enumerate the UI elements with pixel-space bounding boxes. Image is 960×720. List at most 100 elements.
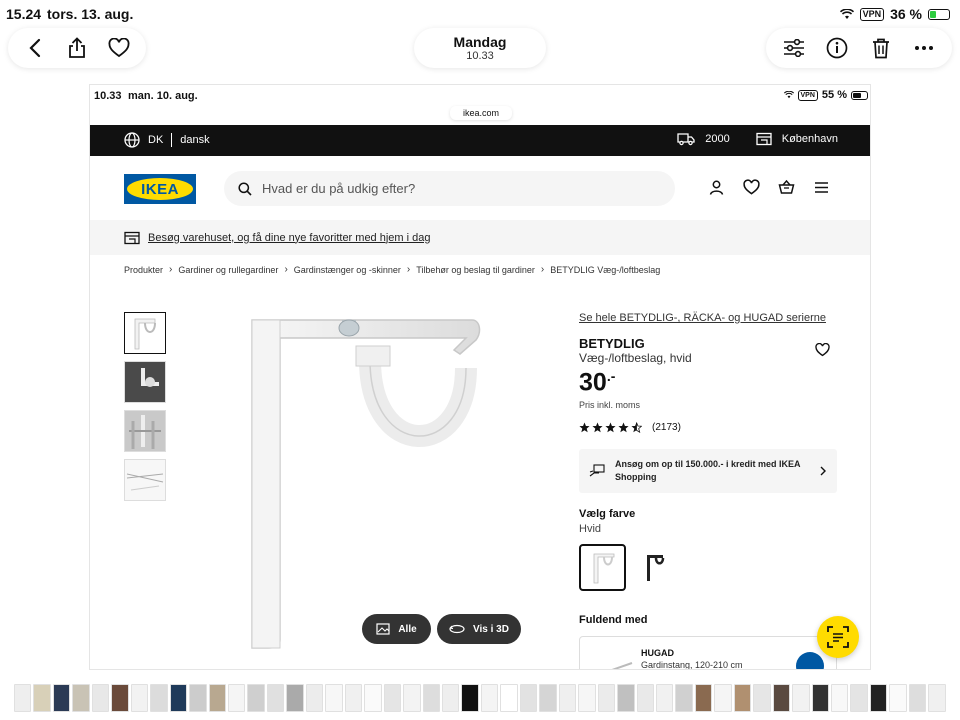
- filmstrip-thumbnail[interactable]: [403, 684, 421, 712]
- adjust-button[interactable]: [780, 34, 808, 62]
- delete-button[interactable]: [867, 34, 895, 62]
- globe-icon: [124, 132, 140, 148]
- filmstrip-thumbnail[interactable]: [266, 684, 285, 712]
- filmstrip-thumbnail[interactable]: [91, 684, 110, 712]
- filmstrip-thumbnail[interactable]: [733, 684, 752, 712]
- filmstrip-thumbnail[interactable]: [928, 684, 946, 712]
- filmstrip-thumbnail[interactable]: [636, 684, 654, 712]
- filmstrip-thumbnail[interactable]: [578, 684, 596, 712]
- vpn-badge: VPN: [859, 7, 885, 21]
- filmstrip-thumbnail[interactable]: [422, 684, 440, 712]
- heart-icon: [108, 38, 130, 58]
- status-date: tors. 13. aug.: [47, 6, 134, 22]
- rating-count: (2173): [652, 422, 681, 433]
- search-icon: [238, 181, 252, 196]
- info-button[interactable]: [823, 34, 851, 62]
- product-name: BETYDLIG: [579, 336, 645, 351]
- chevron-right-icon: [820, 466, 826, 476]
- user-icon: [709, 180, 724, 195]
- filmstrip-thumbnail[interactable]: [130, 684, 149, 712]
- filmstrip-thumbnail[interactable]: [539, 684, 557, 712]
- gallery-icon: [376, 623, 390, 635]
- share-icon: [69, 37, 85, 58]
- color-option-white[interactable]: [579, 544, 626, 591]
- filmstrip-thumbnail[interactable]: [33, 684, 51, 712]
- color-option-black[interactable]: [630, 544, 677, 591]
- recommended-product-card[interactable]: HUGAD Gardinstang, 120-210 cm: [579, 636, 837, 670]
- filmstrip-thumbnail[interactable]: [208, 684, 226, 712]
- screenshot-image: 10.33 man. 10. aug. VPN 55 % ikea.com DK…: [89, 84, 871, 670]
- store-label: København: [781, 133, 838, 145]
- add-to-cart-button[interactable]: [796, 652, 824, 669]
- filmstrip-thumbnail[interactable]: [169, 684, 188, 712]
- filmstrip-thumbnail[interactable]: [675, 684, 693, 712]
- favorite-button[interactable]: [105, 34, 133, 62]
- status-right: VPN 36 %: [839, 6, 950, 22]
- filmstrip-thumbnail[interactable]: [441, 684, 460, 712]
- filmstrip-thumbnail[interactable]: [344, 684, 363, 712]
- battery-percent: 36 %: [890, 6, 922, 22]
- filmstrip-thumbnail[interactable]: [869, 684, 888, 712]
- filmstrip-thumbnail[interactable]: [189, 684, 207, 712]
- filmstrip-thumbnail[interactable]: [617, 684, 635, 712]
- filmstrip-thumbnail[interactable]: [14, 684, 32, 712]
- filmstrip-thumbnail[interactable]: [889, 684, 907, 712]
- breadcrumb-item: Gardiner og rullegardiner: [178, 264, 279, 275]
- filmstrip-thumbnail[interactable]: [72, 684, 90, 712]
- filmstrip-thumbnail[interactable]: [753, 684, 771, 712]
- viewer-left-controls: [8, 28, 146, 68]
- view-all-images-button[interactable]: Alle: [362, 614, 431, 644]
- filmstrip-thumbnail[interactable]: [364, 684, 382, 712]
- ikea-topbar: DK dansk 2000 København: [90, 125, 870, 156]
- filmstrip-thumbnail[interactable]: [655, 684, 674, 712]
- filmstrip-thumbnail[interactable]: [227, 684, 246, 712]
- back-button[interactable]: [21, 34, 49, 62]
- country-label: DK: [148, 134, 164, 146]
- status-bar: 15.24 tors. 13. aug. VPN 36 %: [0, 0, 960, 28]
- filmstrip-thumbnail[interactable]: [519, 684, 538, 712]
- filmstrip-thumbnail[interactable]: [480, 684, 499, 712]
- complete-with-title: Fuldend med: [579, 614, 648, 626]
- inner-status-bar: 10.33 man. 10. aug. VPN 55 %: [90, 85, 870, 107]
- filmstrip-thumbnail[interactable]: [52, 684, 71, 712]
- visual-search-button[interactable]: [817, 616, 859, 658]
- rating[interactable]: (2173): [579, 422, 681, 433]
- add-to-favorites-button[interactable]: [815, 342, 830, 362]
- battery-icon: [928, 8, 950, 20]
- credit-offer[interactable]: Ansøg om op til 150.000.- i kredit med I…: [579, 449, 837, 493]
- rotate-3d-icon: [449, 624, 465, 634]
- price: 30.-: [579, 368, 616, 397]
- language-label: dansk: [180, 134, 210, 146]
- filmstrip-thumbnail[interactable]: [305, 684, 324, 712]
- filmstrip-thumbnail[interactable]: [714, 684, 732, 712]
- viewer-subtitle: 10.33: [466, 50, 494, 62]
- filmstrip-thumbnail[interactable]: [811, 684, 830, 712]
- filmstrip-thumbnail[interactable]: [461, 684, 479, 712]
- filmstrip-thumbnail[interactable]: [558, 684, 577, 712]
- filmstrip-thumbnail[interactable]: [772, 684, 791, 712]
- filmstrip-thumbnail[interactable]: [500, 684, 518, 712]
- header-icons: [708, 179, 830, 196]
- filmstrip-thumbnail[interactable]: [792, 684, 810, 712]
- filmstrip-thumbnail[interactable]: [286, 684, 304, 712]
- share-button[interactable]: [63, 34, 91, 62]
- filmstrip-thumbnail[interactable]: [325, 684, 343, 712]
- filmstrip-thumbnail[interactable]: [694, 684, 713, 712]
- filmstrip-thumbnail[interactable]: [831, 684, 849, 712]
- filmstrip-thumbnail[interactable]: [150, 684, 168, 712]
- series-link[interactable]: Se hele BETYDLIG-, RÄCKA- og HUGAD serie…: [579, 312, 826, 324]
- heart-icon: [815, 342, 830, 357]
- filmstrip-thumbnail[interactable]: [850, 684, 868, 712]
- star-icon: [579, 422, 590, 433]
- filmstrip-thumbnail[interactable]: [597, 684, 616, 712]
- filmstrip-thumbnail[interactable]: [908, 684, 927, 712]
- inner-status-right: VPN 55 %: [783, 89, 868, 101]
- view-3d-button[interactable]: Vis i 3D: [437, 614, 521, 644]
- filmstrip-thumbnail[interactable]: [383, 684, 402, 712]
- basket-icon: [778, 179, 795, 194]
- filmstrip-thumbnail[interactable]: [247, 684, 265, 712]
- recommended-product-desc: Gardinstang, 120-210 cm: [641, 660, 743, 670]
- more-button[interactable]: [910, 34, 938, 62]
- filmstrip-thumbnail[interactable]: [111, 684, 129, 712]
- search-input: Hvad er du på udkig efter?: [224, 171, 675, 206]
